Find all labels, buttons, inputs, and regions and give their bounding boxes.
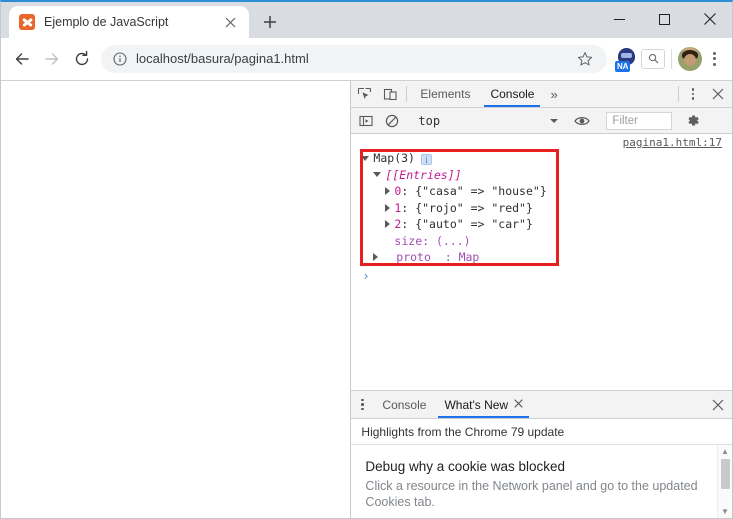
scrollbar-thumb[interactable] xyxy=(721,459,730,489)
console-prompt[interactable]: › xyxy=(362,269,369,283)
console-output[interactable]: pagina1.html:17 Map(3) [[Entries]] 0 xyxy=(351,134,732,390)
extension-avatar-icon[interactable]: NA xyxy=(613,46,639,72)
clear-console-icon[interactable] xyxy=(379,114,405,128)
gear-icon[interactable] xyxy=(679,113,705,128)
whats-new-subtitle: Highlights from the Chrome 79 update xyxy=(351,419,732,445)
maximize-button[interactable] xyxy=(642,2,687,36)
chevron-right-icon[interactable] xyxy=(385,203,391,212)
address-bar[interactable]: localhost/basura/pagina1.html xyxy=(101,44,607,73)
forward-arrow-icon xyxy=(37,44,67,74)
url-text[interactable]: localhost/basura/pagina1.html xyxy=(136,51,575,66)
drawer-tabbar: Console What's New xyxy=(351,391,732,419)
chevron-right-icon[interactable] xyxy=(385,220,391,229)
drawer-close-icon[interactable] xyxy=(704,391,732,418)
show-console-sidebar-icon[interactable] xyxy=(353,114,379,128)
entry-index: 0 xyxy=(394,184,402,198)
log-line-text: size: (...) xyxy=(394,233,471,248)
kebab-menu-icon[interactable] xyxy=(702,45,726,73)
log-line-text: __proto__: Map xyxy=(382,250,480,264)
web-page-viewport xyxy=(1,81,352,518)
info-badge-icon[interactable] xyxy=(420,152,432,168)
scroll-down-icon[interactable]: ▼ xyxy=(718,507,732,516)
minimize-button[interactable] xyxy=(597,2,642,36)
entry-index: 2 xyxy=(394,217,402,231)
tab-console[interactable]: Console xyxy=(480,81,544,107)
devtools-panel: Elements Console » top Filter pagina1.ht… xyxy=(351,81,732,518)
console-log-entry[interactable]: Map(3) [[Entries]] 0 : {"casa" => "house… xyxy=(361,150,547,266)
tab-elements[interactable]: Elements xyxy=(410,81,480,107)
devtools-close-icon[interactable] xyxy=(704,81,732,107)
whats-new-scrollbar[interactable]: ▲ ▼ xyxy=(717,445,732,518)
log-line-map[interactable]: Map(3) xyxy=(361,150,546,168)
console-filter-bar: top Filter xyxy=(351,108,732,134)
close-window-button[interactable] xyxy=(687,2,732,36)
devtools-menu-icon[interactable] xyxy=(682,81,704,107)
log-line-entries[interactable]: [[Entries]] xyxy=(361,167,546,184)
tab-title: Ejemplo de JavaScript xyxy=(44,15,169,29)
drawer-tab-close-icon[interactable] xyxy=(514,398,523,411)
divider xyxy=(678,86,679,102)
whats-new-body: Debug why a cookie was blocked Click a r… xyxy=(351,445,732,518)
log-line-text: [[Entries]] xyxy=(385,167,462,182)
filter-input[interactable]: Filter xyxy=(606,111,673,130)
new-tab-button[interactable] xyxy=(259,11,281,33)
chevron-right-icon[interactable] xyxy=(385,187,391,196)
tab-close-icon[interactable] xyxy=(219,11,241,33)
reload-icon[interactable] xyxy=(67,44,97,74)
back-arrow-icon[interactable] xyxy=(7,44,37,74)
chevron-down-icon[interactable] xyxy=(373,172,382,178)
window-controls xyxy=(597,2,732,36)
chevron-down-icon[interactable] xyxy=(361,155,370,161)
inspect-element-icon[interactable] xyxy=(351,81,377,107)
content-split: Elements Console » top Filter pagina1.ht… xyxy=(1,80,732,518)
more-tabs-icon[interactable]: » xyxy=(544,81,563,107)
whats-new-article-description: Click a resource in the Network panel an… xyxy=(365,479,698,509)
execution-context-selector[interactable]: top xyxy=(412,114,562,128)
entry-index: 1 xyxy=(394,200,402,215)
live-expression-eye-icon[interactable] xyxy=(569,114,595,128)
entry-value: : {"rojo" => "red"} xyxy=(401,200,533,215)
entry-value: : {"casa" => "house"} xyxy=(401,184,547,198)
drawer-tab-label: Console xyxy=(382,397,427,412)
scroll-up-icon[interactable]: ▲ xyxy=(718,447,732,456)
chevron-right-icon[interactable] xyxy=(373,253,379,262)
entry-value: : {"auto" => "car"} xyxy=(401,217,533,231)
tab-strip: Ejemplo de JavaScript xyxy=(1,2,732,38)
log-line-entry-1[interactable]: 1 : {"rojo" => "red"} xyxy=(361,200,546,217)
extension-badge-label: NA xyxy=(615,60,631,72)
device-toolbar-icon[interactable] xyxy=(377,81,403,107)
log-line-text: Map(3) xyxy=(373,151,415,165)
execution-context-value: top xyxy=(418,113,441,128)
chevron-down-icon xyxy=(550,118,559,123)
filter-placeholder: Filter xyxy=(612,114,638,127)
log-line-proto[interactable]: __proto__: Map xyxy=(361,249,546,266)
browser-tab[interactable]: Ejemplo de JavaScript xyxy=(9,6,249,38)
drawer-tab-console[interactable]: Console xyxy=(373,391,435,418)
devtools-drawer: Console What's New Highlights from the C… xyxy=(351,390,732,518)
drawer-tab-whats-new[interactable]: What's New xyxy=(435,391,532,418)
console-source-link[interactable]: pagina1.html:17 xyxy=(623,136,722,149)
js-orange-icon xyxy=(19,14,35,30)
toolbar-divider xyxy=(671,48,672,69)
browser-window: Ejemplo de JavaScript localhost/basura/p… xyxy=(0,0,733,519)
info-circle-icon[interactable] xyxy=(113,51,127,66)
log-line-size[interactable]: size: (...) xyxy=(361,233,546,250)
drawer-menu-icon[interactable] xyxy=(351,391,373,418)
log-line-entry-2[interactable]: 2 : {"auto" => "car"} xyxy=(361,216,546,233)
star-icon[interactable] xyxy=(575,49,595,69)
avatar[interactable] xyxy=(678,46,702,71)
drawer-tab-label: What's New xyxy=(444,397,509,412)
devtools-tabbar: Elements Console » xyxy=(351,81,732,108)
divider xyxy=(406,86,408,102)
log-line-entry-0[interactable]: 0 : {"casa" => "house"} xyxy=(361,183,547,200)
browser-toolbar: localhost/basura/pagina1.html NA xyxy=(1,38,732,80)
whats-new-article-title[interactable]: Debug why a cookie was blocked xyxy=(365,459,710,474)
magnifier-icon[interactable] xyxy=(641,48,665,69)
